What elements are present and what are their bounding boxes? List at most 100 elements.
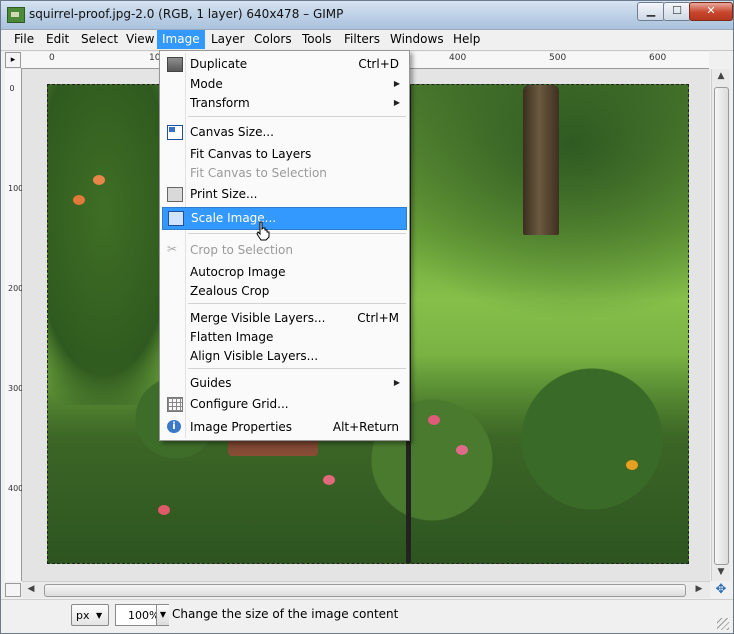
status-message: Change the size of the image content (172, 607, 399, 621)
submenu-arrow-icon: ▶ (393, 378, 400, 387)
ruler-label: 0 (9, 84, 15, 93)
menu-item-label: Zealous Crop (190, 284, 270, 298)
scroll-up-icon[interactable]: ▲ (712, 71, 730, 81)
flower (93, 175, 105, 185)
menu-item-flatten-image[interactable]: Flatten Image (162, 327, 407, 347)
flower (456, 445, 468, 455)
ruler-label: 0 (49, 53, 55, 63)
menu-item-guides[interactable]: Guides ▶ (162, 373, 407, 393)
shortcut-label: Ctrl+M (357, 311, 399, 325)
menu-edit[interactable]: Edit (41, 30, 74, 49)
menu-file[interactable]: File (9, 30, 39, 49)
ruler-label: 500 (549, 53, 567, 63)
menu-item-print-size[interactable]: Print Size... (162, 184, 407, 204)
crop-icon: ✂ (167, 242, 178, 256)
submenu-arrow-icon: ▶ (393, 98, 400, 107)
menu-colors[interactable]: Colors (249, 30, 297, 49)
menu-item-fit-canvas-to-layers[interactable]: Fit Canvas to Layers (162, 144, 407, 164)
submenu-arrow-icon: ▶ (393, 79, 400, 88)
title-bar[interactable]: squirrel-proof.jpg-2.0 (RGB, 1 layer) 64… (1, 1, 733, 30)
menu-item-duplicate[interactable]: Duplicate Ctrl+D (162, 54, 407, 74)
resize-grip[interactable] (717, 618, 729, 630)
menu-item-label: Guides (190, 376, 232, 390)
menu-item-label: Fit Canvas to Layers (190, 147, 312, 161)
menu-windows[interactable]: Windows (385, 30, 449, 49)
scale-image-icon (168, 211, 184, 226)
menu-bar: File Edit Select View Image Layer Colors… (1, 30, 733, 50)
menu-item-label: Flatten Image (190, 330, 274, 344)
menu-layer[interactable]: Layer (206, 30, 249, 49)
close-button[interactable]: ✕ (689, 2, 733, 21)
ruler-label: 400 (8, 484, 24, 493)
menu-item-label: Crop to Selection (190, 243, 293, 257)
flower (158, 505, 170, 515)
dropdown-arrow-icon[interactable]: ▼ (156, 605, 169, 625)
menu-item-zealous-crop[interactable]: Zealous Crop (162, 281, 407, 301)
menu-item-canvas-size[interactable]: Canvas Size... (162, 122, 407, 142)
menu-tools[interactable]: Tools (297, 30, 337, 49)
flower (323, 475, 335, 485)
menu-filters[interactable]: Filters (339, 30, 385, 49)
menu-item-mode[interactable]: Mode ▶ (162, 74, 407, 94)
menu-item-autocrop-image[interactable]: Autocrop Image (162, 262, 407, 282)
mouse-pointer-hand-icon (256, 221, 270, 241)
image-menu-dropdown: Duplicate Ctrl+D Mode ▶ Transform ▶ Canv… (159, 50, 410, 441)
menu-image[interactable]: Image (157, 30, 205, 49)
gimp-window: squirrel-proof.jpg-2.0 (RGB, 1 layer) 64… (0, 0, 734, 634)
menu-item-label: Transform (190, 96, 250, 110)
menu-item-transform[interactable]: Transform ▶ (162, 93, 407, 113)
menu-item-crop-to-selection: ✂ Crop to Selection (162, 240, 407, 260)
unit-selector[interactable]: px ▼ (71, 604, 109, 626)
menu-item-align-visible-layers[interactable]: Align Visible Layers... (162, 346, 407, 366)
scroll-down-icon[interactable]: ▼ (712, 567, 730, 577)
scroll-left-icon[interactable]: ◀ (24, 584, 38, 594)
duplicate-icon (167, 57, 183, 72)
menu-item-label: Print Size... (190, 187, 258, 201)
menu-separator (188, 368, 406, 369)
vertical-scrollbar[interactable]: ▲ ▼ (711, 69, 730, 581)
flower (73, 195, 85, 205)
horizontal-scroll-thumb[interactable] (44, 584, 686, 597)
menu-item-configure-grid[interactable]: Configure Grid... (162, 394, 407, 414)
ruler-label: 200 (8, 284, 24, 293)
grid-icon (167, 397, 183, 412)
vertical-scroll-thumb[interactable] (714, 87, 729, 565)
vertical-ruler[interactable]: 0 100 200 300 400 (5, 69, 24, 581)
info-icon: i (167, 420, 181, 433)
scroll-right-icon[interactable]: ▶ (692, 584, 706, 594)
menu-item-label: Merge Visible Layers... (190, 311, 326, 325)
minimize-button[interactable]: ▁ (637, 2, 665, 21)
tree-trunk (523, 85, 559, 235)
print-size-icon (167, 187, 183, 202)
menu-item-label: Duplicate (190, 57, 248, 71)
flower (626, 460, 638, 470)
menu-item-image-properties[interactable]: i Image Properties Alt+Return (162, 417, 407, 437)
ruler-label: 300 (8, 384, 24, 393)
shortcut-label: Ctrl+D (358, 57, 399, 71)
menu-item-fit-canvas-to-selection: Fit Canvas to Selection (162, 163, 407, 183)
window-title: squirrel-proof.jpg-2.0 (RGB, 1 layer) 64… (29, 7, 344, 21)
zoom-value: 100% (128, 609, 160, 622)
ruler-menu-button[interactable]: ▸ (5, 52, 21, 68)
menu-item-label: Configure Grid... (190, 397, 289, 411)
menu-separator (188, 303, 406, 304)
menu-item-label: Fit Canvas to Selection (190, 166, 327, 180)
ruler-label: 400 (449, 53, 467, 63)
menu-item-merge-visible-layers[interactable]: Merge Visible Layers... Ctrl+M (162, 308, 407, 328)
gimp-app-icon (7, 7, 25, 23)
menu-item-scale-image[interactable]: Scale Image... (162, 207, 407, 230)
menu-separator (188, 233, 406, 234)
ruler-label: 600 (649, 53, 667, 63)
unit-value: px (76, 609, 90, 622)
maximize-button[interactable]: ☐ (663, 2, 691, 21)
quick-mask-button[interactable] (5, 583, 21, 597)
navigate-icon[interactable]: ✥ (713, 583, 729, 597)
menu-item-label: Canvas Size... (190, 125, 274, 139)
horizontal-scrollbar[interactable]: ◀ ▶ (22, 581, 710, 598)
zoom-selector[interactable]: 100% ▼ (115, 604, 169, 626)
menu-help[interactable]: Help (448, 30, 485, 49)
menu-view[interactable]: View (121, 30, 159, 49)
menu-select[interactable]: Select (76, 30, 123, 49)
menu-item-label: Image Properties (190, 420, 293, 434)
shortcut-label: Alt+Return (332, 420, 399, 434)
